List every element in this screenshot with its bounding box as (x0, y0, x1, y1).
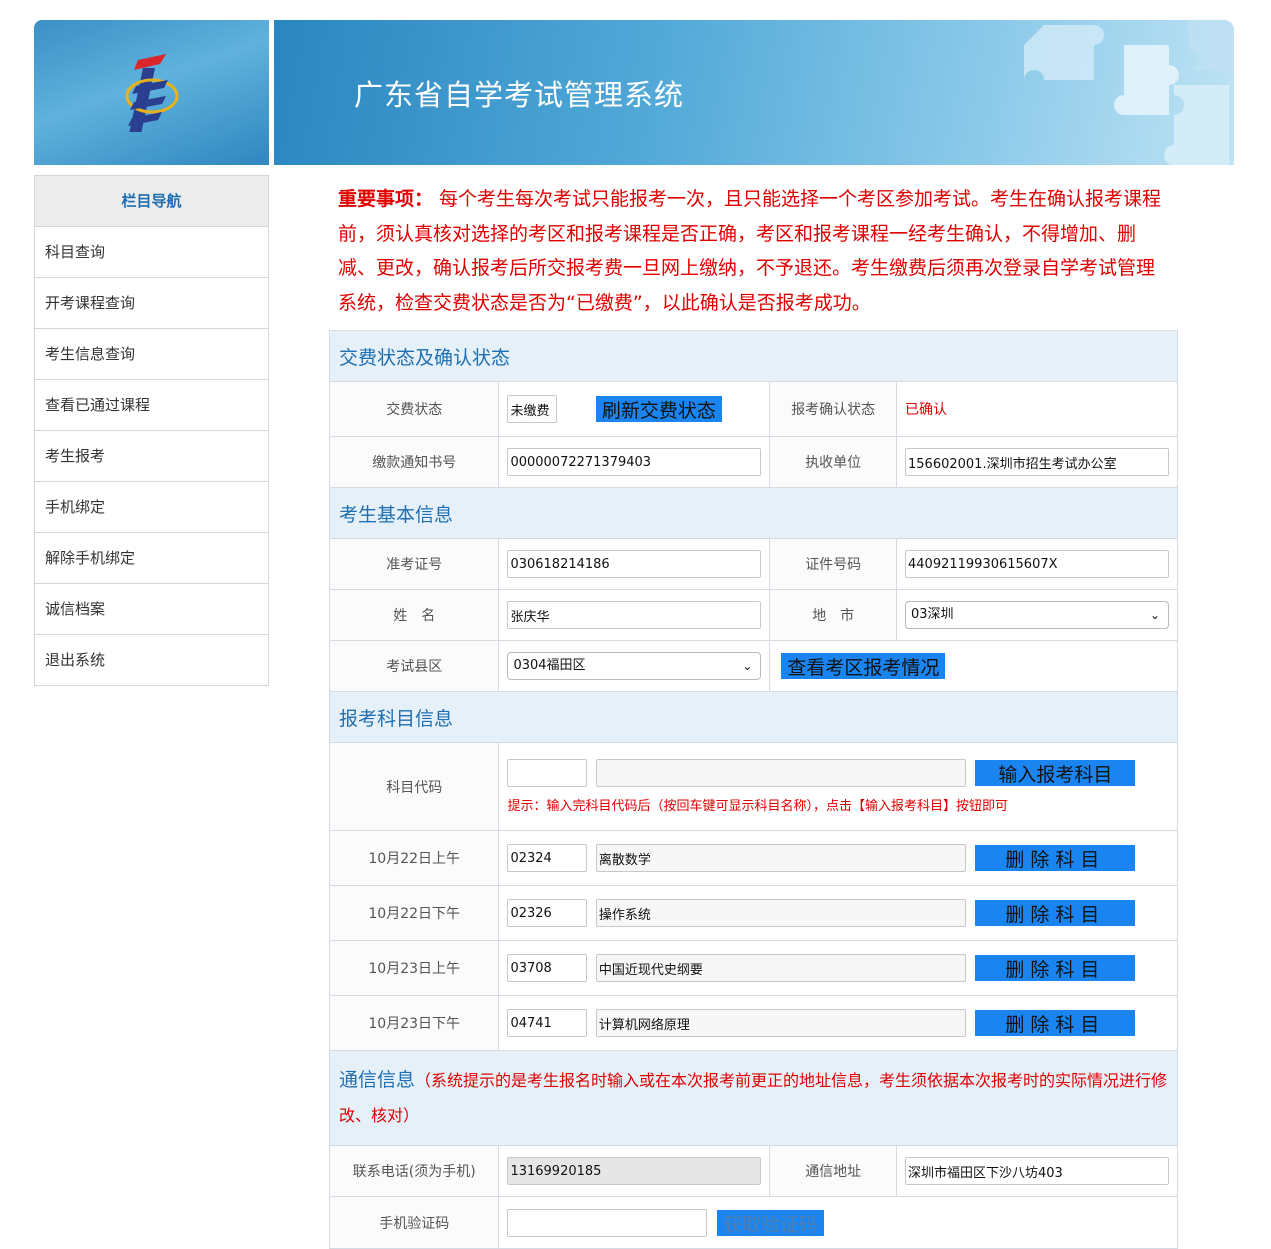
get-sms-code-button[interactable]: 获取验证码 (716, 1209, 824, 1236)
notice-prefix: 重要事项： (338, 188, 434, 210)
add-subject-button[interactable]: 输入报考科目 (975, 760, 1136, 786)
subject-time: 10月23日上午 (328, 940, 500, 996)
subject-name-field[interactable] (595, 759, 966, 787)
subject-name-field[interactable] (595, 844, 966, 872)
registration-form: 交费状态及确认状态 交费状态 刷新交费状态 报考确认状态 已确认 缴款通知书号 … (328, 330, 1178, 1249)
cert-no-field[interactable] (905, 550, 1169, 578)
city-label: 地 市 (769, 589, 897, 641)
section-title-contact: 通信信息 (339, 1069, 416, 1091)
subject-code-field[interactable] (507, 954, 588, 982)
subject-time: 10月23日下午 (328, 995, 500, 1051)
subject-name-field[interactable] (595, 1009, 966, 1037)
subject-time: 10月22日下午 (328, 885, 500, 941)
subject-hint: 提示：输入完科目代码后（按回车键可显示科目名称），点击【输入报考科目】按钮即可 (507, 799, 1008, 814)
payment-notice-no-field[interactable] (507, 448, 762, 476)
sidebar-item-phone-binding[interactable]: 手机绑定 (35, 482, 268, 533)
chevron-down-icon: ⌄ (742, 659, 753, 673)
city-select[interactable]: 03深圳 ⌄ (905, 601, 1169, 629)
view-district-button[interactable]: 查看考区报考情况 (781, 653, 946, 679)
sidebar-item-phone-unbinding[interactable]: 解除手机绑定 (35, 533, 268, 584)
subject-row: 10月23日上午 删除科目 (328, 940, 1178, 996)
puzzle-decoration-icon (1024, 20, 1234, 165)
delete-subject-button[interactable]: 删除科目 (975, 955, 1136, 981)
chevron-down-icon: ⌄ (1149, 608, 1160, 622)
subject-row: 10月22日下午 删除科目 (328, 885, 1178, 941)
address-field[interactable] (905, 1157, 1169, 1185)
sidebar-item-integrity-record[interactable]: 诚信档案 (35, 584, 268, 635)
section-title-payment: 交费状态及确认状态 (329, 330, 1178, 382)
payment-notice-no-label: 缴款通知书号 (328, 436, 500, 488)
subject-time: 10月22日上午 (328, 830, 500, 886)
name-field[interactable] (507, 601, 762, 629)
sidebar-item-logout[interactable]: 退出系统 (35, 635, 268, 685)
section-title-subjects: 报考科目信息 (329, 691, 1178, 743)
subject-name-field[interactable] (595, 899, 966, 927)
delete-subject-button[interactable]: 删除科目 (975, 845, 1136, 871)
exam-id-field[interactable] (507, 550, 762, 578)
collecting-unit-field[interactable] (905, 448, 1169, 476)
subject-code-field[interactable] (507, 844, 588, 872)
subject-name-field[interactable] (595, 954, 966, 982)
exam-logo-icon (125, 54, 179, 132)
section-title-basic-info: 考生基本信息 (329, 487, 1178, 539)
sidebar-heading: 栏目导航 (35, 176, 268, 227)
subject-code-input[interactable] (507, 759, 588, 787)
district-label: 考试县区 (328, 640, 500, 692)
logo-panel (34, 20, 269, 165)
subject-row: 10月22日上午 删除科目 (328, 830, 1178, 886)
section-contact: 通信信息（系统提示的是考生报名时输入或在本次报考前更正的地址信息，考生须依据本次… (329, 1050, 1178, 1146)
header-banner: 广东省自学考试管理系统 (274, 20, 1234, 165)
confirm-status-label: 报考确认状态 (769, 381, 897, 437)
confirm-status-value: 已确认 (905, 402, 947, 418)
cert-no-label: 证件号码 (769, 538, 897, 590)
address-label: 通信地址 (769, 1145, 897, 1197)
refresh-payment-button[interactable]: 刷新交费状态 (595, 396, 722, 422)
payment-status-label: 交费状态 (328, 381, 500, 437)
collecting-unit-label: 执收单位 (769, 436, 897, 488)
important-notice: 重要事项： 每个考生每次考试只能报考一次，且只能选择一个考区参加考试。考生在确认… (338, 182, 1173, 320)
exam-id-label: 准考证号 (328, 538, 500, 590)
sms-code-input[interactable] (507, 1208, 708, 1237)
subject-code-field[interactable] (507, 899, 588, 927)
notice-text: 每个考生每次考试只能报考一次，且只能选择一个考区参加考试。考生在确认报考课程前，… (338, 188, 1162, 314)
sidebar-nav: 栏目导航 科目查询 开考课程查询 考生信息查询 查看已通过课程 考生报考 手机绑… (34, 175, 269, 686)
sidebar-item-course-query[interactable]: 开考课程查询 (35, 278, 268, 329)
name-label: 姓 名 (328, 589, 500, 641)
contact-section-note: （系统提示的是考生报名时输入或在本次报考前更正的地址信息，考生须依据本次报考时的… (339, 1071, 1168, 1125)
system-title: 广东省自学考试管理系统 (354, 78, 685, 112)
sidebar-item-passed-courses[interactable]: 查看已通过课程 (35, 380, 268, 431)
city-select-value: 03深圳 (911, 607, 954, 622)
subject-row: 10月23日下午 删除科目 (328, 995, 1178, 1051)
district-select-value: 0304福田区 (513, 658, 586, 673)
sidebar-item-student-info[interactable]: 考生信息查询 (35, 329, 268, 380)
sms-code-label: 手机验证码 (328, 1196, 500, 1249)
subject-code-label: 科目代码 (328, 742, 500, 831)
sidebar-item-subject-query[interactable]: 科目查询 (35, 227, 268, 278)
payment-status-field[interactable] (507, 395, 558, 423)
subject-code-field[interactable] (507, 1009, 588, 1037)
delete-subject-button[interactable]: 删除科目 (975, 1010, 1136, 1036)
district-select[interactable]: 0304福田区 ⌄ (507, 652, 762, 680)
delete-subject-button[interactable]: 删除科目 (975, 900, 1136, 926)
phone-field[interactable] (507, 1157, 762, 1185)
phone-label: 联系电话(须为手机) (328, 1145, 500, 1197)
sidebar-item-exam-registration[interactable]: 考生报考 (35, 431, 268, 482)
